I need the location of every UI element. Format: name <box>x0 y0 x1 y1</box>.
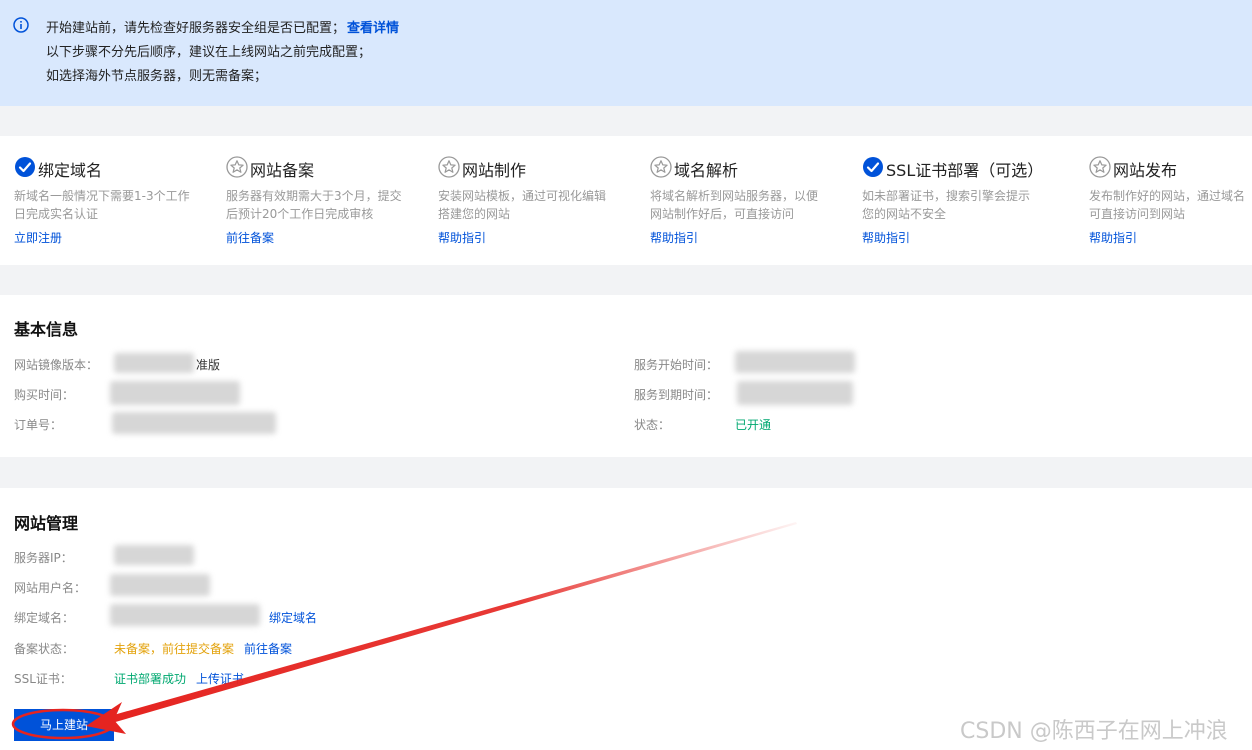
watermark: CSDN @陈西子在网上冲浪 <box>960 719 1228 744</box>
step-desc: 将域名解析到网站服务器，以便网站制作好后，可直接访问 <box>650 189 819 221</box>
check-circle-icon <box>863 157 883 177</box>
step-desc: 服务器有效期需大于3个月，提交后预计20个工作日完成审核 <box>226 189 402 221</box>
redacted-value <box>114 545 194 565</box>
go-filing-link[interactable]: 前往备案 <box>244 640 292 657</box>
star-circle-icon <box>650 156 672 178</box>
service-end-label: 服务到期时间： <box>634 388 719 402</box>
help-link[interactable]: 帮助指引 <box>438 229 486 246</box>
notice-banner: 开始建站前，请先检查好服务器安全组是否已配置； 查看详情 以下步骤不分先后顺序，建… <box>0 0 1252 106</box>
server-ip-label: 服务器IP： <box>14 551 73 565</box>
site-management-title: 网站管理 <box>14 514 79 533</box>
purchase-time-label: 购买时间： <box>14 388 75 402</box>
image-version-label: 网站镜像版本： <box>14 358 99 372</box>
notice-line-2: 以下步骤不分先后顺序，建议在上线网站之前完成配置； <box>46 45 372 60</box>
step-desc: 发布制作好的网站，通过域名可直接访问到网站 <box>1089 189 1246 221</box>
help-link[interactable]: 帮助指引 <box>1089 229 1137 246</box>
ssl-status: 证书部署成功 <box>114 672 187 686</box>
basic-info-card: 基本信息 网站镜像版本： 准版 购买时间： 订单号： 服务开始时间： 服务到期时… <box>0 295 1252 457</box>
register-link[interactable]: 立即注册 <box>14 229 62 246</box>
redacted-value <box>114 353 194 373</box>
help-link[interactable]: 帮助指引 <box>862 229 910 246</box>
status-label: 状态： <box>634 418 671 432</box>
step-title: SSL证书部署（可选） <box>886 161 1044 180</box>
image-version-value: 准版 <box>196 358 221 372</box>
icp-status-label: 备案状态： <box>14 642 75 656</box>
redacted-value <box>112 412 276 434</box>
basic-info-title: 基本信息 <box>14 320 79 339</box>
order-no-label: 订单号： <box>14 418 63 432</box>
step-title: 网站制作 <box>462 161 527 180</box>
status-value: 已开通 <box>735 418 772 432</box>
info-icon <box>13 17 29 33</box>
bind-domain-label: 绑定域名： <box>14 611 75 625</box>
username-label: 网站用户名： <box>14 581 87 595</box>
service-start-label: 服务开始时间： <box>634 358 719 372</box>
icp-status-link[interactable]: 未备案，前往提交备案 <box>114 640 234 657</box>
go-filing-link[interactable]: 前往备案 <box>226 229 274 246</box>
step-title: 网站备案 <box>250 161 315 180</box>
star-circle-icon <box>1089 156 1111 178</box>
star-circle-icon <box>226 156 248 178</box>
redacted-value <box>735 351 855 373</box>
step-title: 绑定域名 <box>38 161 103 180</box>
star-circle-icon <box>438 156 460 178</box>
build-site-button[interactable]: 马上建站 <box>14 709 114 741</box>
setup-steps-card: 绑定域名 新域名一般情况下需要1-3个工作日完成实名认证 立即注册 网站备案 服… <box>0 136 1252 265</box>
redacted-value <box>110 381 240 405</box>
check-circle-icon <box>15 157 35 177</box>
step-title: 域名解析 <box>674 161 739 180</box>
step-desc: 如未部署证书，搜索引擎会提示您的网站不安全 <box>862 189 1031 221</box>
notice-line-1: 开始建站前，请先检查好服务器安全组是否已配置； 查看详情 <box>46 17 399 36</box>
redacted-value <box>737 381 853 405</box>
notice-line-1-text: 开始建站前，请先检查好服务器安全组是否已配置； <box>46 21 346 36</box>
step-title: 网站发布 <box>1113 161 1178 180</box>
upload-cert-link[interactable]: 上传证书 <box>196 670 244 687</box>
step-desc: 安装网站模板，通过可视化编辑搭建您的网站 <box>438 189 607 221</box>
help-link[interactable]: 帮助指引 <box>650 229 698 246</box>
site-management-card: 网站管理 服务器IP： 网站用户名： 绑定域名： 绑定域名 备案状态： 未备案，… <box>0 488 1252 750</box>
ssl-label: SSL证书： <box>14 672 72 686</box>
step-desc: 新域名一般情况下需要1-3个工作日完成实名认证 <box>14 189 190 221</box>
bind-domain-link[interactable]: 绑定域名 <box>269 609 317 626</box>
redacted-value <box>110 604 260 626</box>
notice-line-3: 如选择海外节点服务器，则无需备案； <box>46 69 268 84</box>
view-details-link[interactable]: 查看详情 <box>347 21 399 36</box>
redacted-value <box>110 574 210 596</box>
